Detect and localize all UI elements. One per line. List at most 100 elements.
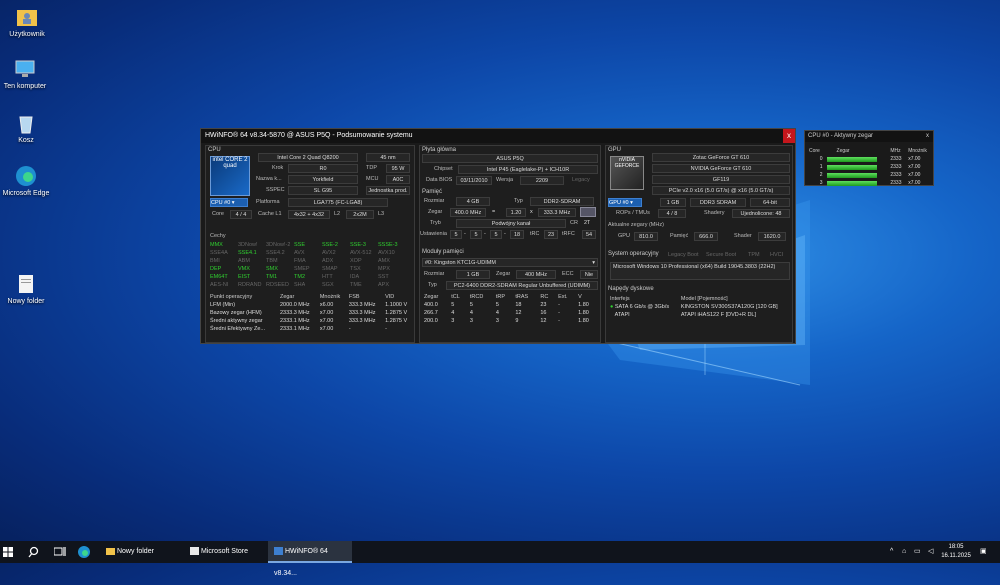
desktop-icon-label: Kosz (18, 137, 34, 144)
drives-section-title: Napędy dyskowe (608, 286, 654, 292)
mem-zegar: 400.0 MHz (450, 208, 486, 217)
gpu-mem: 1 GB (660, 198, 686, 207)
cpu-feature: TBM (266, 258, 278, 264)
clock-window-titlebar[interactable]: CPU #0 - Aktywny zegar x (805, 131, 933, 142)
timing-sep: - (484, 231, 486, 237)
core-multiplier: x7.00 (908, 164, 921, 170)
desktop-icon-edge[interactable]: Microsoft Edge (1, 165, 51, 197)
window-titlebar[interactable]: HWiNFO® 64 v8.34-5870 @ ASUS P5Q - Podsu… (201, 129, 795, 143)
gpu-vendor: Zotac GeForce GT 610 (652, 153, 790, 162)
os-flag: Legacy Boot (668, 252, 699, 258)
desktop-icon-new-folder[interactable]: Nowy folder (1, 273, 51, 305)
op-cell: 333.3 MHz (348, 302, 376, 308)
module-zegar: 400 MHz (516, 270, 556, 279)
mem-cr: 2T (584, 220, 591, 226)
cpu-selector[interactable]: CPU #0 ▾ (210, 198, 248, 207)
cpu-feature: SGX (322, 282, 334, 288)
gpu-clock: 810.0 (634, 232, 658, 241)
close-button[interactable]: x (783, 129, 795, 143)
table-row[interactable]: Średni Efektywny Ze... 2333.1 MHz x7.00 - - (208, 325, 414, 333)
op-cell: 2333.1 MHz (279, 326, 310, 332)
mem-cr-label: CR (570, 220, 578, 226)
module-select[interactable]: #0: Kingston KTC1G-UDIMM ▾ (422, 258, 598, 267)
clock[interactable]: 18:05 16.11.2025 (940, 541, 972, 563)
mem-clock: 666.0 (694, 232, 718, 241)
trc-label: tRC (530, 231, 540, 237)
op-cell: Średni aktywny zegar (210, 318, 263, 324)
table-row[interactable]: Średni aktywny zegar 2333.1 MHz x7.00 333.3… (208, 317, 414, 325)
cpu-feature: MMX (210, 242, 223, 248)
desktop-icon-this-pc[interactable]: Ten komputer (0, 58, 50, 90)
cpu-feature: SSE-2 (322, 242, 338, 248)
task-view-button[interactable] (53, 541, 68, 563)
taskbar-edge[interactable] (78, 541, 94, 563)
os-name: Microsoft Windows 10 Professional (x64) … (610, 262, 790, 280)
core-multiplier: x7.00 (908, 172, 921, 178)
cpu-feature: FMA (294, 258, 306, 264)
nazwa-value: Yorkfield (288, 175, 358, 184)
timing-header: tCL (451, 294, 460, 300)
show-hidden-icons[interactable]: ^ (890, 541, 898, 563)
op-cell: LFM (Min) (210, 302, 236, 308)
timing-value: 5 (450, 230, 462, 239)
timing-cell: 4 (469, 310, 473, 316)
timing-header: Zegar (424, 294, 439, 300)
mem-fsb: 333.3 MHz (538, 208, 576, 217)
clock-header: Core (809, 148, 820, 154)
table-row[interactable]: 400.0 5 5 5 18 23 - 1.80 (422, 301, 598, 309)
production-unit[interactable]: Jednostka prod. (366, 186, 410, 195)
intel-logo-icon: intel CORE 2 quad (210, 156, 250, 196)
cpu-feature: AVX (294, 250, 305, 256)
notification-icon[interactable]: ▣ (980, 541, 992, 563)
taskbar-item-microsoft-store[interactable]: Microsoft Store (184, 541, 262, 563)
cpu-feature: ADX (322, 258, 334, 264)
display-icon[interactable]: ▭ (914, 541, 924, 563)
op-cell: - (385, 326, 387, 332)
cpu-feature: APX (378, 282, 390, 288)
cpu-feature: 3DNow!-2 (266, 242, 291, 248)
clock-window-title: CPU #0 - Aktywny zegar (808, 133, 874, 139)
network-icon[interactable]: ⌂ (902, 541, 912, 563)
rops-label: ROPs / TMUs (616, 210, 650, 216)
mem-timing-label: Ustawienia (420, 231, 447, 237)
table-row[interactable]: ● SATA 6 Gb/s @ 3Gb/s KINGSTON SV300S37A… (608, 303, 792, 311)
timing-cell: 400.0 (424, 302, 438, 308)
timing-header: RC (540, 294, 549, 300)
table-row[interactable]: Bazowy zegar (HFM) 2333.3 MHz x7.00 333.3 M… (208, 309, 414, 317)
edge-icon (14, 165, 38, 187)
op-cell: Bazowy zegar (HFM) (210, 310, 262, 316)
start-button[interactable] (3, 541, 17, 563)
clock-close-button[interactable]: x (926, 131, 929, 142)
drives-header: Model [Pojemność] (680, 296, 728, 302)
mem-mult: 1.20 (506, 208, 526, 217)
volume-icon[interactable]: ◁ (928, 541, 938, 563)
desktop-icon-user[interactable]: Użytkownik (2, 6, 52, 38)
timing-cell: 9 (515, 318, 519, 324)
desktop-icon-label: Ten komputer (3, 83, 47, 90)
core-index: 0 (819, 156, 823, 162)
table-row[interactable]: LFM (Min) 2000.0 MHz x6.00 333.3 MHz 1.1000 … (208, 301, 414, 309)
drive-interface: ATAPI (614, 312, 630, 318)
timing-cell: 12 (540, 318, 547, 324)
op-cell: 1.2875 V (385, 310, 408, 316)
mem-typ-label: Typ (514, 198, 523, 204)
ecc-label: ECC (562, 271, 574, 277)
desktop-icon-recycle-bin[interactable]: Kosz (1, 112, 51, 144)
cpu-feature: BMI (210, 258, 220, 264)
taskbar-item-hwinfo[interactable]: HWiNFO® 64 v8.34... (268, 541, 352, 577)
l3-label: L3 (378, 211, 385, 217)
timing-header: tRCD (469, 294, 484, 300)
table-row[interactable]: ATAPI ATAPI iHAS122 F [DVD+R DL] (608, 311, 792, 319)
table-row[interactable]: 200.0 3 3 3 9 12 - 1.80 (422, 317, 598, 325)
gpu-selector[interactable]: GPU #0 ▾ (608, 198, 642, 207)
cpu-feature: AES-NI (210, 282, 229, 288)
mem-x: x (530, 209, 533, 215)
timing-header: Ext. (558, 294, 568, 300)
drive-model: KINGSTON SV300S37A120G [120 GB] (680, 304, 778, 310)
table-row: 2 2333 x7.00 (807, 171, 933, 179)
table-row[interactable]: 266.7 4 4 4 12 16 - 1.80 (422, 309, 598, 317)
taskbar-item-new-folder[interactable]: Nowy folder (100, 541, 178, 563)
drive-model: ATAPI iHAS122 F [DVD+R DL] (680, 312, 756, 318)
recycle-bin-icon (14, 112, 38, 134)
search-button[interactable] (28, 541, 42, 563)
